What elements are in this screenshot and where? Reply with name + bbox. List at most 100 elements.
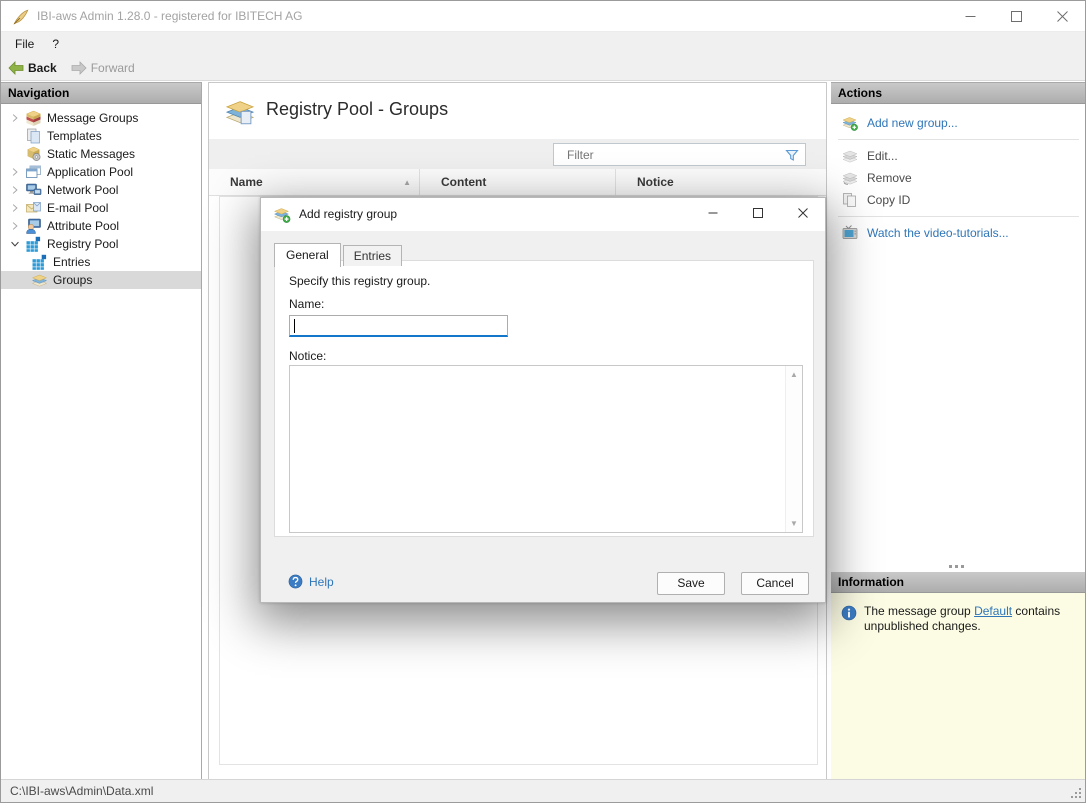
copy-id-action[interactable]: Copy ID [831, 189, 1086, 211]
notice-textarea-wrap: ▲ ▼ [289, 365, 803, 533]
chevron-right-icon[interactable] [7, 182, 23, 198]
column-header-content[interactable]: Content [420, 169, 616, 195]
add-new-group-action[interactable]: Add new group... [831, 112, 1086, 134]
filter-bar [209, 139, 826, 169]
sidebar-item-label: Registry Pool [47, 237, 118, 251]
back-arrow-icon [8, 61, 24, 75]
chevron-spacer [7, 146, 23, 162]
sidebar-item-templates[interactable]: Templates [1, 127, 201, 145]
attribute-pool-icon [25, 218, 42, 234]
column-name-label: Name [230, 175, 263, 189]
information-header: Information [831, 572, 1086, 593]
groups-icon [31, 272, 48, 288]
filter-funnel-icon[interactable] [784, 147, 800, 163]
actions-separator [838, 139, 1079, 140]
text-caret [294, 319, 295, 333]
edit-action[interactable]: Edit... [831, 145, 1086, 167]
sidebar-item-label: E-mail Pool [47, 201, 108, 215]
application-pool-icon [25, 164, 42, 180]
info-text-before: The message group [864, 604, 974, 618]
sidebar-item-email-pool[interactable]: E-mail Pool [1, 199, 201, 217]
save-button[interactable]: Save [657, 572, 725, 595]
cancel-button[interactable]: Cancel [741, 572, 809, 595]
watch-tutorials-action[interactable]: Watch the video-tutorials... [831, 222, 1086, 244]
menu-help[interactable]: ? [43, 32, 68, 56]
table-header: Name ▲ Content Notice [209, 169, 826, 196]
tab-entries[interactable]: Entries [343, 245, 402, 266]
window-title: IBI-aws Admin 1.28.0 - registered for IB… [37, 1, 302, 32]
default-group-link[interactable]: Default [974, 604, 1012, 618]
add-new-group-label: Add new group... [867, 116, 958, 130]
actions-list: Add new group... Edit... Remove Copy ID … [831, 104, 1086, 248]
status-file-path: C:\IBI-aws\Admin\Data.xml [10, 784, 153, 798]
filter-input[interactable] [554, 144, 805, 165]
minimize-icon [708, 208, 718, 218]
chevron-down-icon[interactable] [7, 236, 23, 252]
column-content-label: Content [441, 175, 486, 189]
minimize-button[interactable] [947, 1, 993, 32]
app-logo-icon [12, 8, 30, 26]
sidebar-item-entries[interactable]: Entries [1, 253, 201, 271]
column-notice-label: Notice [637, 175, 674, 189]
chevron-right-icon[interactable] [7, 218, 23, 234]
resize-grip[interactable] [1070, 787, 1083, 800]
sidebar-item-registry-pool[interactable]: Registry Pool [1, 235, 201, 253]
sidebar-item-application-pool[interactable]: Application Pool [1, 163, 201, 181]
sidebar-item-groups[interactable]: Groups [1, 271, 201, 289]
sidebar-item-network-pool[interactable]: Network Pool [1, 181, 201, 199]
watch-tutorials-label: Watch the video-tutorials... [867, 226, 1009, 240]
dialog-tabs: General Entries [274, 242, 404, 266]
dialog-description: Specify this registry group. [289, 274, 430, 288]
edit-icon [841, 148, 859, 164]
navigation-panel: Navigation Message Groups Templates Stat… [1, 82, 202, 781]
forward-button[interactable]: Forward [64, 56, 142, 81]
chevron-right-icon[interactable] [7, 164, 23, 180]
copy-id-label: Copy ID [867, 193, 910, 207]
name-field-label: Name: [289, 297, 324, 311]
sidebar-item-static-messages[interactable]: Static Messages [1, 145, 201, 163]
toolbar: Back Forward [1, 56, 1085, 81]
sidebar-item-message-groups[interactable]: Message Groups [1, 109, 201, 127]
scroll-down-icon[interactable]: ▼ [786, 519, 802, 528]
name-input[interactable] [290, 316, 507, 335]
sidebar-item-label: Message Groups [47, 111, 138, 125]
info-icon [841, 605, 857, 621]
close-icon [1057, 11, 1068, 22]
entries-icon [31, 254, 48, 270]
remove-label: Remove [867, 171, 912, 185]
dialog-close-button[interactable] [780, 198, 825, 228]
scroll-up-icon[interactable]: ▲ [786, 370, 802, 379]
remove-action[interactable]: Remove [831, 167, 1086, 189]
help-link[interactable]: Help [288, 574, 334, 589]
maximize-button[interactable] [993, 1, 1039, 32]
back-button[interactable]: Back [1, 56, 64, 81]
copy-id-icon [841, 192, 859, 208]
registry-pool-icon [25, 236, 42, 252]
chevron-right-icon[interactable] [7, 200, 23, 216]
dialog-maximize-button[interactable] [735, 198, 780, 228]
sidebar-item-label: Templates [47, 129, 102, 143]
notice-textarea[interactable] [290, 366, 784, 532]
name-input-wrap [289, 315, 508, 337]
notice-scrollbar[interactable]: ▲ ▼ [785, 366, 802, 532]
message-groups-icon [25, 110, 42, 126]
sidebar-item-label: Static Messages [47, 147, 135, 161]
add-group-icon [841, 115, 859, 131]
tab-general[interactable]: General [274, 243, 341, 267]
sidebar-item-attribute-pool[interactable]: Attribute Pool [1, 217, 201, 235]
splitter-handle[interactable] [949, 565, 969, 569]
remove-icon [841, 170, 859, 186]
chevron-right-icon[interactable] [7, 110, 23, 126]
column-header-name[interactable]: Name ▲ [209, 169, 420, 195]
close-button[interactable] [1039, 1, 1085, 32]
column-header-notice[interactable]: Notice [616, 169, 826, 195]
dialog-minimize-button[interactable] [690, 198, 735, 228]
app-window: IBI-aws Admin 1.28.0 - registered for IB… [0, 0, 1086, 803]
menu-file[interactable]: File [6, 32, 43, 56]
video-tutorials-icon [841, 225, 859, 241]
information-panel: The message group Default contains unpub… [831, 593, 1086, 781]
sort-ascending-icon: ▲ [403, 178, 411, 187]
sidebar-item-label: Attribute Pool [47, 219, 119, 233]
templates-icon [25, 128, 42, 144]
navigation-header: Navigation [1, 83, 201, 104]
